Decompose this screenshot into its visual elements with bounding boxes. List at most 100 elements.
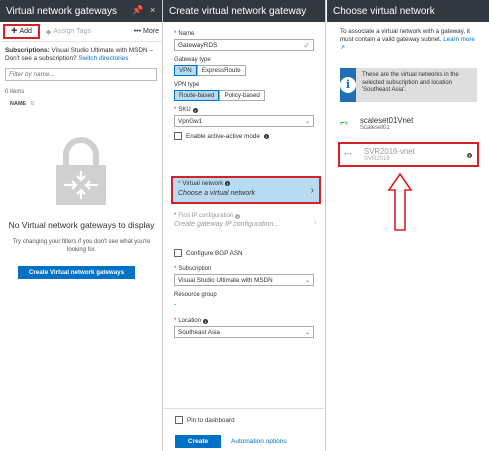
subscription-label: Subscription [178, 266, 212, 272]
info-icon: i [225, 181, 231, 186]
subscriptions-info: Subscriptions: Visual Studio Ultimate wi… [0, 42, 162, 63]
choose-virtual-network-blade: Choose virtual network To associate a vi… [327, 0, 489, 451]
blade-header: Create virtual network gateway [163, 0, 325, 22]
create-gateway-button[interactable]: Create Virtual network gateways [18, 266, 135, 279]
ellipsis-icon: ••• [133, 28, 142, 35]
chevron-down-icon: ⌄ [304, 277, 310, 284]
subscriptions-label: Subscriptions: [5, 47, 50, 54]
info-icon: i [203, 318, 209, 324]
name-label: Name [178, 31, 195, 37]
resource-group-label: Resource group [174, 292, 217, 298]
more-label: More [143, 28, 159, 35]
bgp-checkbox[interactable]: Configure BGP ASN [174, 249, 315, 257]
network-name: scaleset01Vnet [360, 116, 414, 125]
blade-title: Choose virtual network [333, 5, 435, 17]
network-item[interactable]: ‹···› scaleset01Vnet Scaleset01 [340, 116, 477, 131]
ip-configuration-selector[interactable]: * First IP configuration i Create gateway … [174, 213, 319, 228]
sort-icon: ⇅ [30, 101, 35, 107]
location-select[interactable]: Southeast Asia ⌄ [174, 326, 314, 338]
info-icon: i [235, 213, 241, 219]
vnet-label: Virtual network [182, 180, 224, 187]
assign-tags-button[interactable]: ◆ Assign Tags [46, 28, 91, 36]
more-button[interactable]: ••• More [134, 28, 159, 35]
name-column-label: NAME [10, 101, 27, 107]
info-banner: i These are the virtual networks in the … [340, 68, 477, 102]
name-column-header[interactable]: NAME ⇅ [0, 95, 162, 107]
active-active-label: Enable active-active mode [186, 132, 260, 140]
ip-label: First IP configuration [178, 213, 234, 219]
location-label: Location [178, 318, 202, 324]
subscription-value: Visual Studio Ultimate with MSDN [178, 276, 273, 284]
vpn-type-route-based[interactable]: Route-based [174, 90, 220, 101]
toolbar: + Add ◆ Assign Tags ••• More [0, 22, 162, 42]
sku-label: SKU [178, 107, 191, 113]
up-arrow-annotation-icon [387, 172, 413, 231]
vpn-type-policy-based[interactable]: Policy-based [219, 90, 265, 101]
add-button[interactable]: + Add [3, 24, 40, 39]
vnet-icon: ‹···› [340, 120, 348, 127]
assign-tags-label: Assign Tags [53, 28, 91, 35]
items-count: 0 items [5, 89, 25, 95]
close-icon[interactable]: × [150, 5, 155, 15]
chevron-right-icon: › [313, 217, 317, 228]
vnet-icon: ‹···› [344, 151, 352, 158]
chevron-right-icon: › [310, 185, 314, 196]
filter-input[interactable]: Filter by name... [5, 68, 157, 81]
virtual-network-gateways-blade: Virtual network gateways 📌 × + Add ◆ Ass… [0, 0, 163, 451]
create-gateway-blade: Create virtual network gateway * Name Gat… [163, 0, 326, 451]
blade-title: Create virtual network gateway [169, 5, 307, 17]
blade-footer: Pin to dashboard Create Automation optio… [163, 408, 326, 451]
pin-dashboard-label: Pin to dashboard [187, 416, 235, 424]
empty-state-subtitle: Try changing your filters if you don't s… [12, 239, 151, 253]
network-group: Scaleset01 [360, 125, 390, 131]
learn-more-label: Learn more [443, 36, 475, 43]
gateway-type-expressroute[interactable]: ExpressRoute [196, 65, 246, 76]
sku-value: VpnGw1 [178, 117, 203, 125]
switch-directories-link[interactable]: Switch directories [78, 55, 128, 62]
lock-illustration-icon [50, 135, 112, 207]
gateway-type-label: Gateway type [174, 57, 211, 63]
network-name: SVR2016-vnet [364, 147, 415, 156]
create-form-lower: Configure BGP ASN * Subscription Visual S… [163, 244, 326, 338]
subscription-select[interactable]: Visual Studio Ultimate with MSDN ⌄ [174, 274, 314, 286]
create-button[interactable]: Create [175, 435, 221, 448]
gateway-type-vpn[interactable]: VPN [174, 65, 197, 76]
blade-title: Virtual network gateways [6, 5, 117, 17]
gateway-type-toggle: VPN ExpressRoute [174, 65, 314, 76]
name-input[interactable]: GatewayRDS ✓ [174, 39, 314, 51]
info-icon[interactable]: i [467, 153, 472, 158]
bgp-label: Configure BGP ASN [186, 249, 243, 257]
location-value: Southeast Asia [178, 328, 221, 336]
tag-icon: ◆ [45, 28, 52, 36]
external-link-icon: ↗ [340, 44, 346, 51]
create-form: * Name GatewayRDS ✓ Gateway type VPN Expr… [163, 22, 325, 140]
virtual-network-selector[interactable]: * Virtual network i Choose a virtual netwo… [171, 176, 321, 204]
info-icon: i [263, 133, 269, 139]
vnet-value: Choose a virtual network [178, 190, 256, 197]
checkbox-box [174, 249, 182, 257]
automation-options-link[interactable]: Automation options [231, 438, 287, 445]
checkbox-box [174, 132, 182, 140]
active-active-checkbox[interactable]: Enable active-active mode i [174, 132, 314, 140]
info-icon: i [192, 107, 198, 113]
resource-group-value: - [174, 301, 177, 308]
sku-select[interactable]: VpnGw1 ⌄ [174, 115, 314, 127]
chevron-down-icon: ⌄ [304, 118, 310, 125]
vpn-type-label: VPN type [174, 82, 200, 88]
pin-icon[interactable]: 📌 [132, 5, 143, 16]
network-group: SVR2016 [364, 156, 390, 162]
network-item-disabled[interactable]: ‹···› SVR2016-vnet SVR2016 i [338, 142, 479, 167]
ip-value: Create gateway IP configuration... [174, 221, 280, 228]
chevron-down-icon: ⌄ [304, 329, 310, 336]
vpn-type-toggle: Route-based Policy-based [174, 90, 314, 101]
check-icon: ✓ [303, 40, 310, 50]
add-label: Add [19, 28, 32, 35]
info-banner-text: These are the virtual networks in the se… [362, 72, 459, 93]
plus-icon: + [11, 25, 18, 37]
subscriptions-value: Visual Studio Ultimate with MSDN [51, 47, 148, 54]
info-circle-icon: i [340, 68, 356, 102]
pin-dashboard-checkbox[interactable]: Pin to dashboard [175, 416, 235, 424]
blade-header: Virtual network gateways 📌 × [0, 0, 162, 22]
name-value: GatewayRDS [178, 41, 218, 49]
empty-state-title: No Virtual network gateways to display [8, 220, 155, 230]
